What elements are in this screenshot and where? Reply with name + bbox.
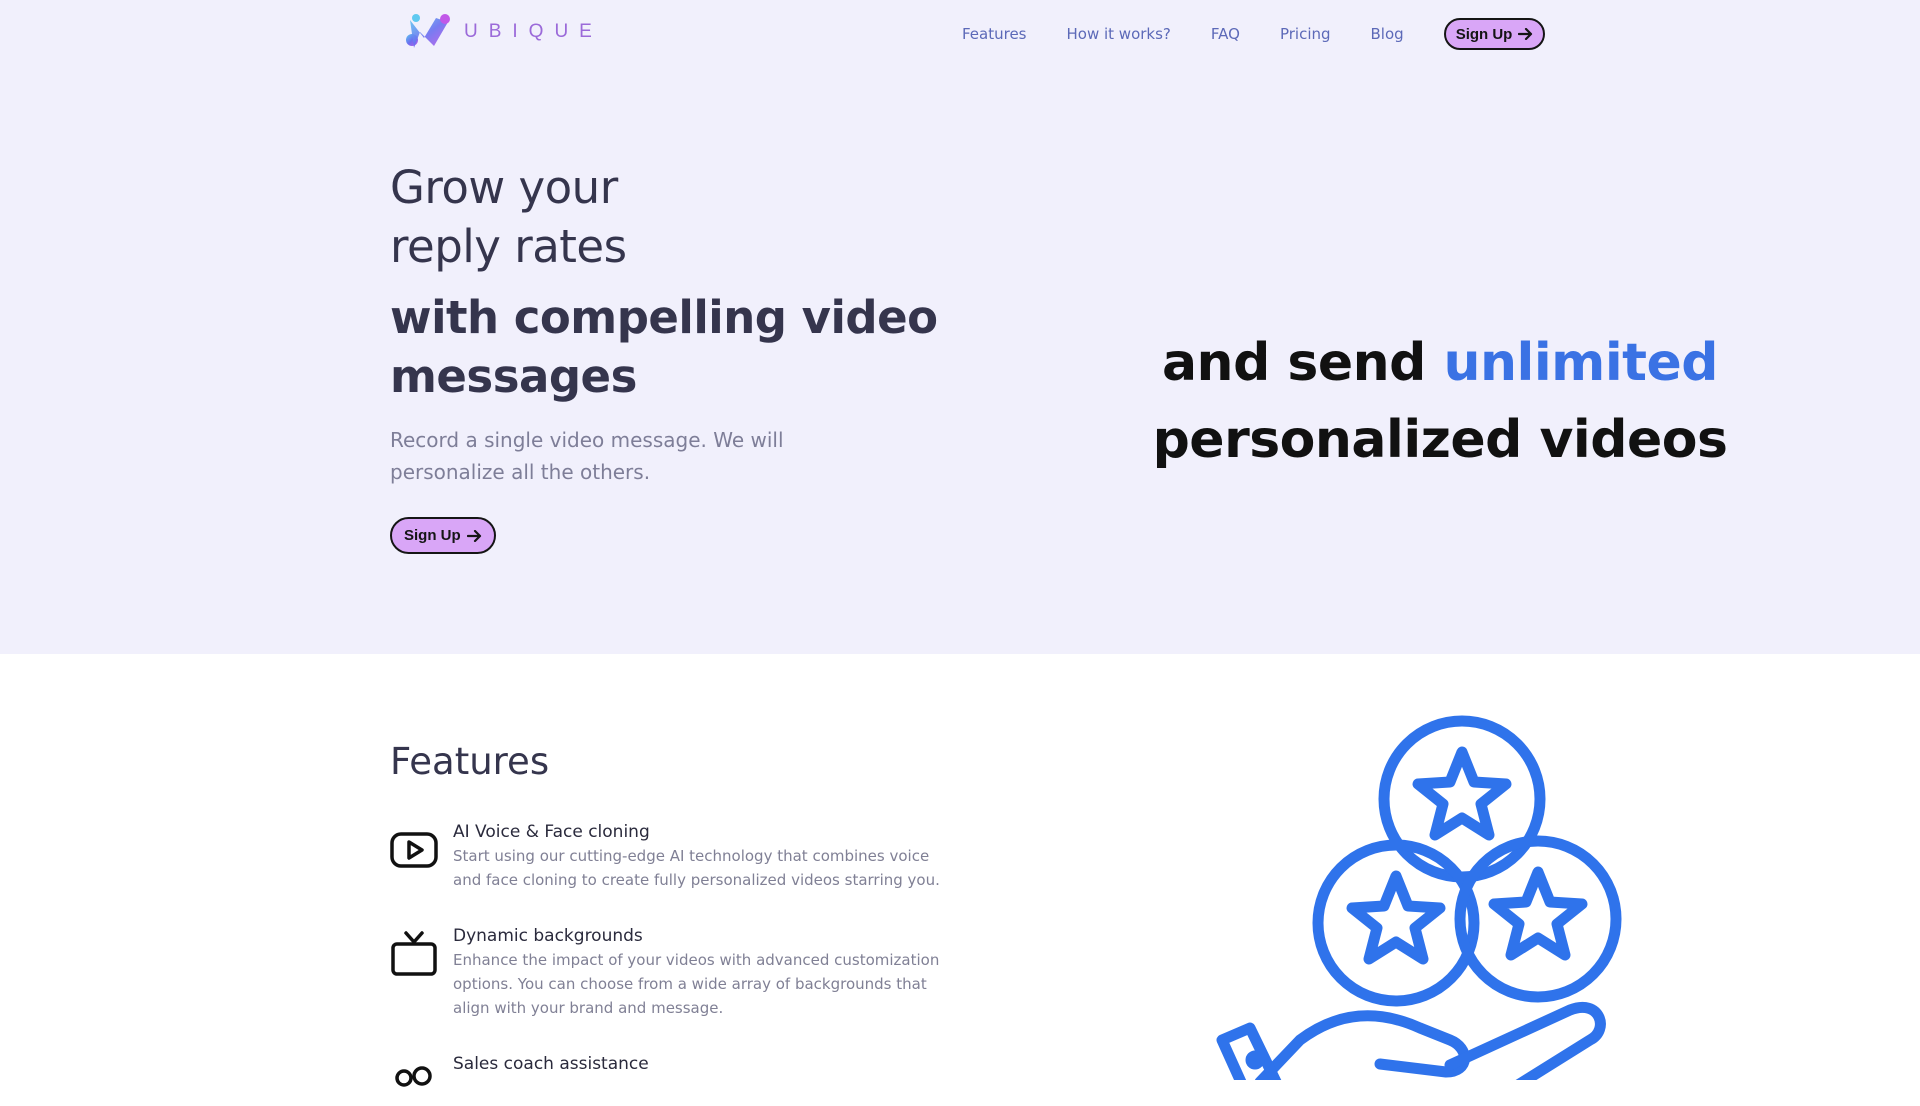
feature-title: Sales coach assistance — [453, 1054, 649, 1074]
hero-headline-line2: reply rates — [390, 220, 627, 273]
hero-headline-rest: with compelling video messages — [390, 291, 938, 403]
hero-headline: Grow your reply rates — [390, 158, 950, 276]
users-icon — [395, 1066, 432, 1087]
feature-description: Enhance the impact of your videos with a… — [453, 951, 940, 1017]
hero-signup-label: Sign Up — [404, 527, 461, 544]
youtube-play-icon — [390, 832, 438, 868]
hero-signup-button[interactable]: Sign Up — [390, 517, 496, 554]
feature-item: Dynamic backgrounds Enhance the impact o… — [390, 926, 950, 1020]
hero-subtitle: Record a single video message. We will p… — [390, 428, 784, 484]
brand-logo[interactable]: UBIQUE — [404, 10, 603, 54]
nav-blog[interactable]: Blog — [1371, 25, 1404, 43]
features-title: Features — [390, 740, 550, 783]
brand-name: UBIQUE — [464, 21, 603, 42]
main-nav: Features How it works? FAQ Pricing Blog … — [962, 18, 1546, 50]
feature-item: AI Voice & Face cloning Start using our … — [390, 822, 950, 892]
hero-tagline: and send unlimited personalized videos — [1010, 325, 1870, 479]
nav-how-it-works[interactable]: How it works? — [1067, 25, 1171, 43]
feature-title: AI Voice & Face cloning — [453, 822, 650, 842]
tagline-highlight: unlimited — [1443, 333, 1719, 393]
feature-title: Dynamic backgrounds — [453, 926, 643, 946]
feature-item: Sales coach assistance — [390, 1054, 950, 1087]
tagline-before: and send — [1161, 333, 1444, 393]
nav-pricing[interactable]: Pricing — [1280, 25, 1331, 43]
hero-headline-line1: Grow your — [390, 161, 618, 214]
arrow-right-icon — [466, 529, 481, 542]
feature-description: Start using our cutting-edge AI technolo… — [453, 847, 940, 889]
arrow-right-icon — [1518, 28, 1533, 40]
ubique-logo-icon — [406, 14, 450, 48]
tagline-after: personalized videos — [1152, 410, 1728, 470]
nav-signup-button[interactable]: Sign Up — [1443, 18, 1546, 50]
nav-signup-label: Sign Up — [1455, 25, 1513, 43]
nav-faq[interactable]: FAQ — [1211, 25, 1240, 43]
tv-icon — [391, 931, 437, 976]
hand-stars-illustration — [1216, 715, 1622, 1080]
nav-features[interactable]: Features — [962, 25, 1027, 43]
